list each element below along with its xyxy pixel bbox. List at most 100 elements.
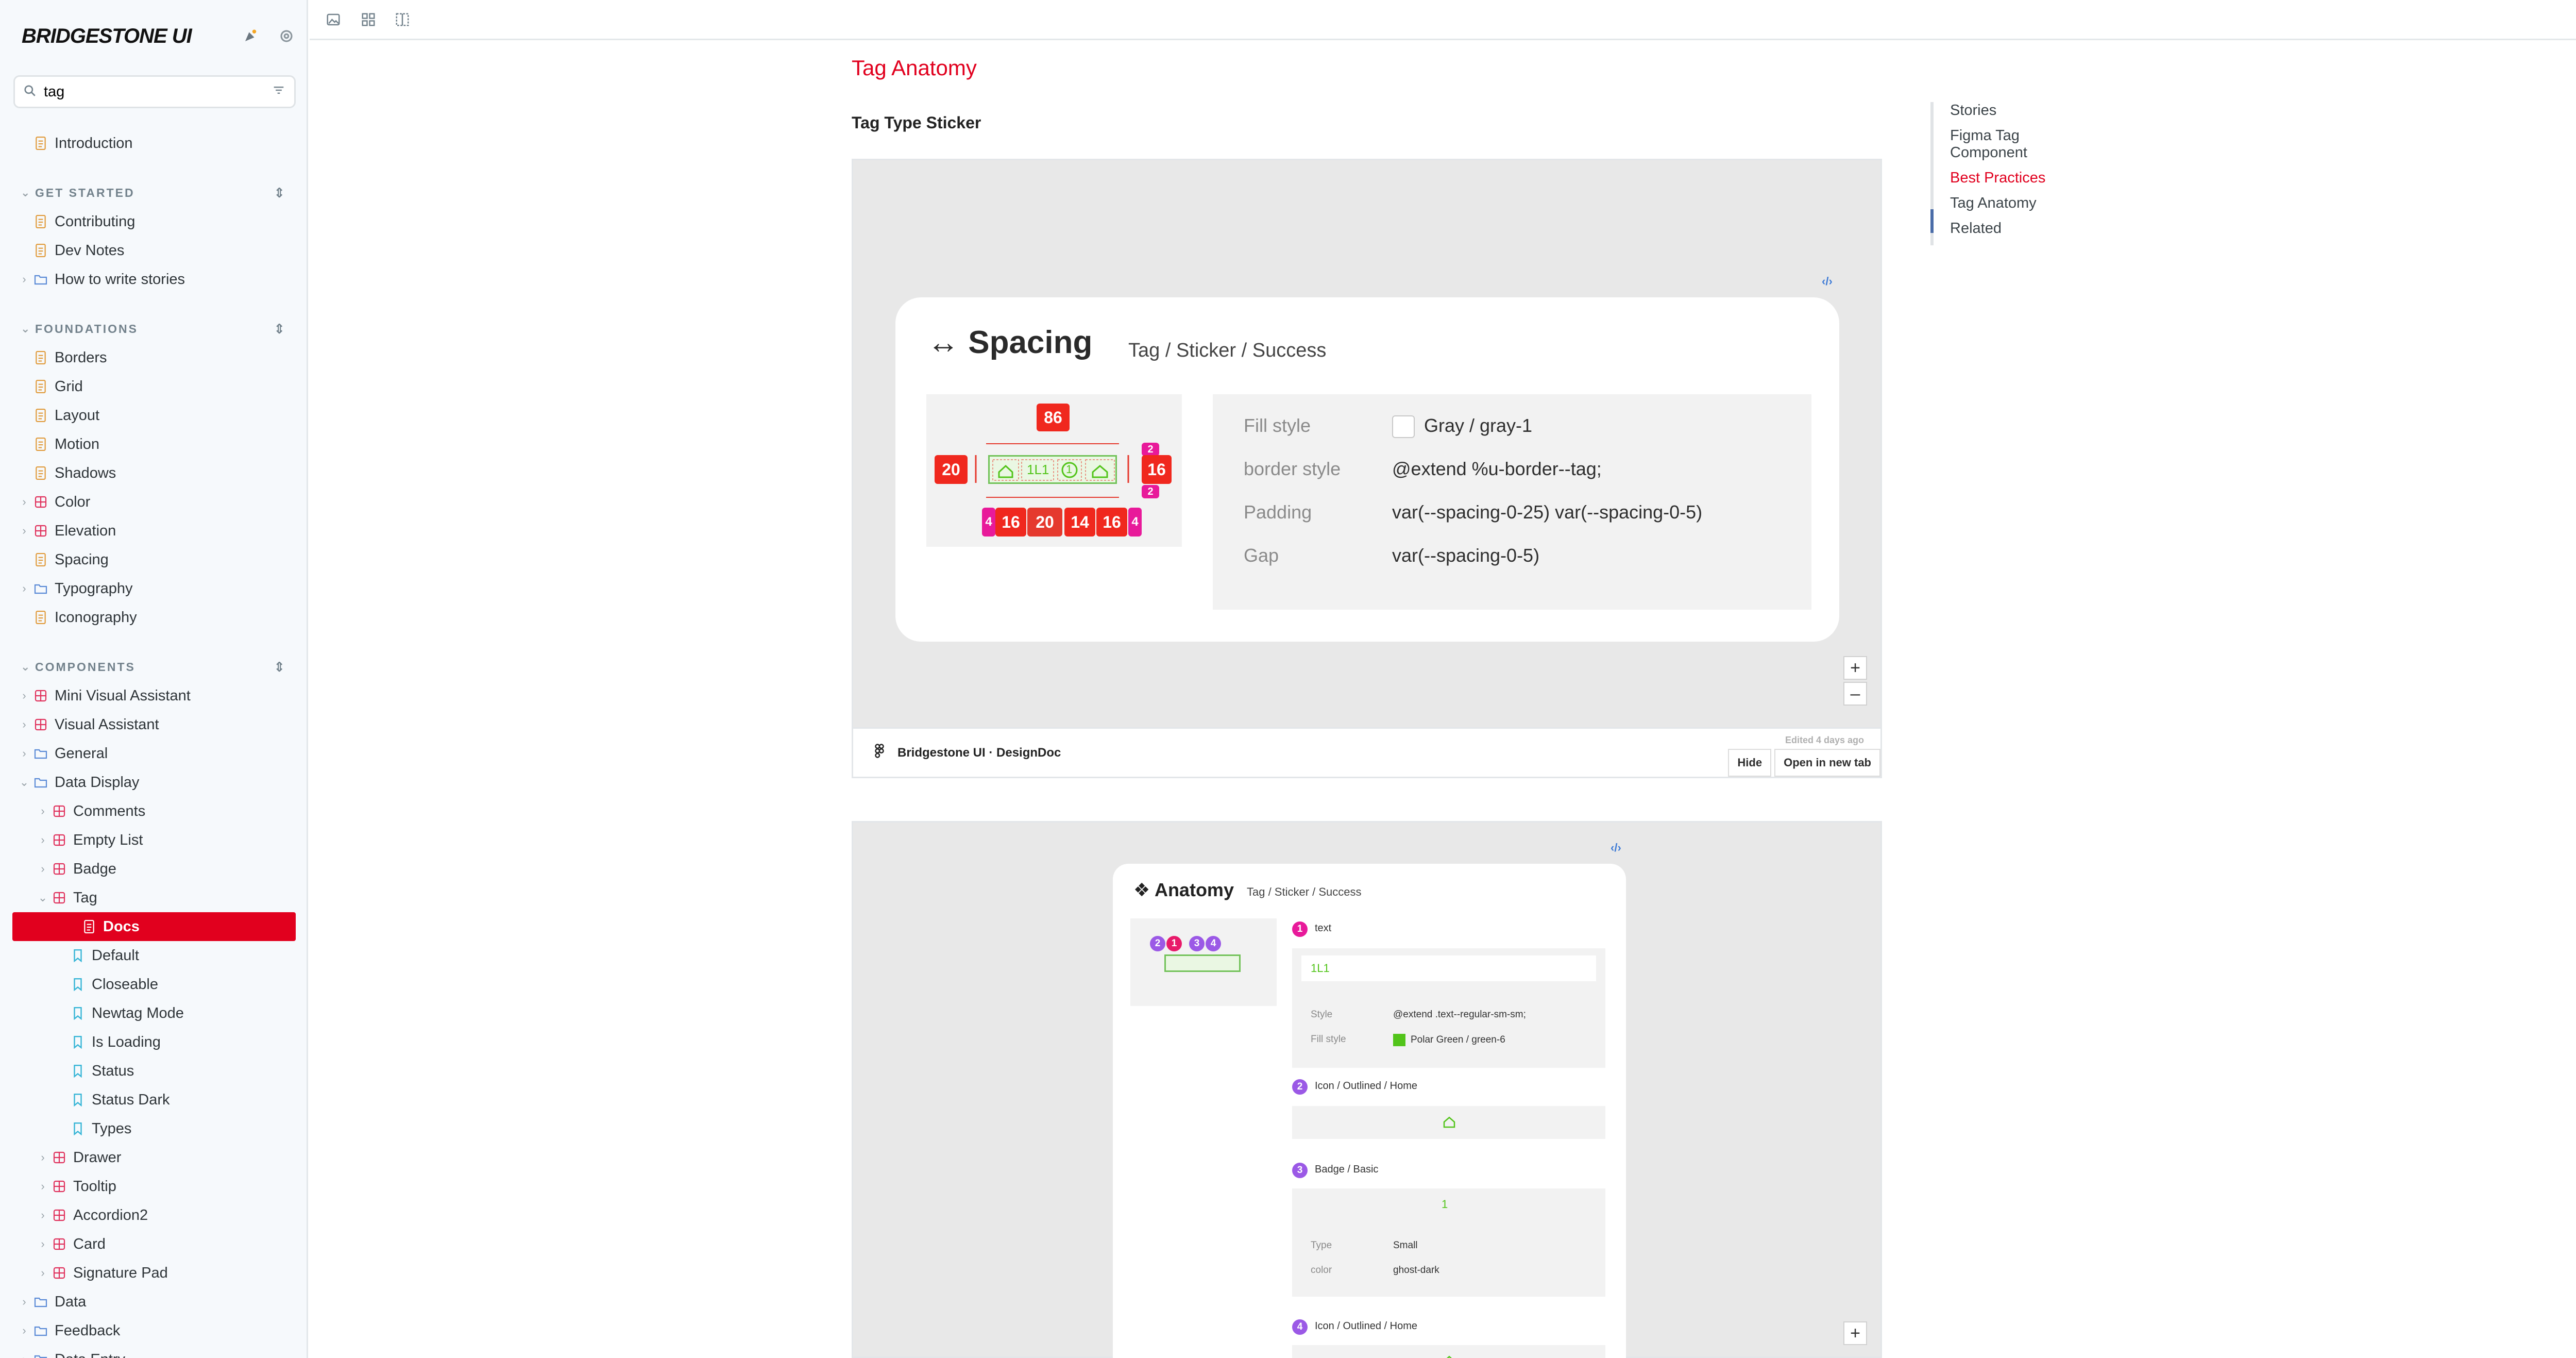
sidebar-item-newtag-mode[interactable]: Newtag Mode bbox=[0, 999, 307, 1028]
tag-mock-num: 1 bbox=[1066, 463, 1073, 476]
chevron-down-icon[interactable]: ⌄ bbox=[21, 186, 31, 199]
chevron-right-icon[interactable]: › bbox=[19, 718, 30, 731]
chevron-right-icon[interactable]: › bbox=[19, 273, 30, 286]
sidebar-item-tag[interactable]: ⌄ Tag bbox=[0, 883, 307, 912]
search-box[interactable] bbox=[13, 75, 296, 108]
sidebar-item-mini-visual-assistant[interactable]: › Mini Visual Assistant bbox=[0, 681, 307, 710]
sidebar-item-feedback[interactable]: › Feedback bbox=[0, 1316, 307, 1345]
sidebar-item-dev-notes[interactable]: Dev Notes bbox=[0, 236, 307, 265]
chevron-right-icon[interactable]: › bbox=[19, 582, 30, 595]
whats-new-icon[interactable] bbox=[241, 27, 260, 45]
toc-item-figma-tag-component[interactable]: Figma Tag Component bbox=[1950, 127, 2063, 161]
code-icon[interactable]: ‹/› bbox=[1611, 841, 1621, 854]
search-input[interactable] bbox=[44, 83, 272, 100]
toc-item-stories[interactable]: Stories bbox=[1950, 102, 2063, 119]
zoom-in-button[interactable]: + bbox=[1843, 1321, 1867, 1345]
chevron-right-icon[interactable]: › bbox=[37, 1209, 48, 1222]
section-get-started[interactable]: ⌄ GET STARTED ⇕ bbox=[0, 178, 307, 207]
sidebar-item-empty-list[interactable]: › Empty List bbox=[0, 826, 307, 854]
sidebar-item-drawer[interactable]: › Drawer bbox=[0, 1143, 307, 1172]
chevron-down-icon[interactable]: ⌄ bbox=[21, 322, 31, 336]
filter-icon[interactable] bbox=[272, 83, 286, 101]
sidebar-item-card[interactable]: › Card bbox=[0, 1230, 307, 1259]
section-components[interactable]: ⌄ COMPONENTS ⇕ bbox=[0, 652, 307, 681]
property-key: Gap bbox=[1244, 545, 1279, 566]
sidebar-item-borders[interactable]: Borders bbox=[0, 343, 307, 372]
sidebar-item-shadows[interactable]: Shadows bbox=[0, 459, 307, 488]
sidebar-item-comments[interactable]: › Comments bbox=[0, 797, 307, 826]
chevron-right-icon[interactable]: › bbox=[19, 1324, 30, 1337]
chevron-right-icon[interactable]: › bbox=[19, 747, 30, 760]
chevron-right-icon[interactable]: › bbox=[37, 1151, 48, 1164]
sidebar-item-motion[interactable]: Motion bbox=[0, 430, 307, 459]
zoom-out-button[interactable]: – bbox=[1843, 682, 1867, 706]
chevron-right-icon[interactable]: › bbox=[19, 495, 30, 509]
property-key: border style bbox=[1244, 458, 1341, 479]
sidebar-item-is-loading[interactable]: Is Loading bbox=[0, 1028, 307, 1057]
chevron-down-icon[interactable]: ⌄ bbox=[19, 776, 30, 789]
chevron-right-icon[interactable]: › bbox=[37, 804, 48, 818]
expand-collapse-icon[interactable]: ⇕ bbox=[274, 659, 286, 675]
chevron-down-icon[interactable]: ⌄ bbox=[37, 891, 48, 904]
figma-embed-actions: Hide Open in new tab bbox=[1728, 749, 1880, 777]
sidebar-item-visual-assistant[interactable]: › Visual Assistant bbox=[0, 710, 307, 739]
chevron-right-icon[interactable]: › bbox=[19, 1353, 30, 1358]
sidebar-item-types[interactable]: Types bbox=[0, 1114, 307, 1143]
grid-icon[interactable] bbox=[358, 9, 379, 30]
sidebar-item-signature-pad[interactable]: › Signature Pad bbox=[0, 1259, 307, 1287]
chevron-right-icon[interactable]: › bbox=[19, 689, 30, 702]
chevron-down-icon[interactable]: ⌄ bbox=[21, 660, 31, 674]
sidebar-item-docs[interactable]: Docs bbox=[12, 912, 296, 941]
sidebar-item-typography[interactable]: › Typography bbox=[0, 574, 307, 603]
toc-item-related[interactable]: Related bbox=[1950, 220, 2063, 237]
toc-item-best-practices[interactable]: Best Practices bbox=[1950, 170, 2063, 187]
open-in-new-tab-button[interactable]: Open in new tab bbox=[1774, 749, 1880, 777]
figma-embed-spacing[interactable]: ‹/› ↔ Spacing Tag / Sticker / Success 86… bbox=[852, 159, 1882, 778]
sidebar-item-accordion2[interactable]: › Accordion2 bbox=[0, 1201, 307, 1230]
chevron-right-icon[interactable]: › bbox=[37, 1180, 48, 1193]
chevron-right-icon[interactable]: › bbox=[19, 524, 30, 538]
zoom-in-button[interactable]: + bbox=[1843, 656, 1867, 680]
section-foundations[interactable]: ⌄ FOUNDATIONS ⇕ bbox=[0, 314, 307, 343]
hide-button[interactable]: Hide bbox=[1728, 749, 1772, 777]
sidebar-item-default[interactable]: Default bbox=[0, 941, 307, 970]
outline-icon[interactable] bbox=[392, 9, 413, 30]
chevron-right-icon[interactable]: › bbox=[37, 833, 48, 847]
sidebar-item-introduction[interactable]: Introduction bbox=[0, 129, 307, 158]
figma-file-name[interactable]: Bridgestone UI · DesignDoc bbox=[897, 746, 1061, 760]
chevron-right-icon[interactable]: › bbox=[19, 1295, 30, 1309]
anatomy-part-label: text bbox=[1315, 923, 1332, 934]
sidebar-item-label: Data Entry bbox=[55, 1351, 125, 1358]
chevron-right-icon[interactable]: › bbox=[37, 862, 48, 876]
sidebar-item-status[interactable]: Status bbox=[0, 1057, 307, 1085]
chevron-right-icon[interactable]: › bbox=[37, 1266, 48, 1280]
toc-item-tag-anatomy[interactable]: Tag Anatomy bbox=[1950, 195, 2063, 212]
expand-collapse-icon[interactable]: ⇕ bbox=[274, 321, 286, 337]
sidebar-item-grid[interactable]: Grid bbox=[0, 372, 307, 401]
anatomy-key: Type bbox=[1311, 1240, 1332, 1251]
comp-icon bbox=[53, 862, 66, 876]
sidebar-item-general[interactable]: › General bbox=[0, 739, 307, 768]
brand-logo[interactable]: BRIDGESTONE UI bbox=[22, 25, 192, 48]
sidebar-item-elevation[interactable]: › Elevation bbox=[0, 516, 307, 545]
sidebar-item-color[interactable]: › Color bbox=[0, 488, 307, 516]
image-toggle-icon[interactable] bbox=[323, 9, 344, 30]
sidebar-item-tooltip[interactable]: › Tooltip bbox=[0, 1172, 307, 1201]
sidebar-item-data[interactable]: › Data bbox=[0, 1287, 307, 1316]
sidebar-item-status-dark[interactable]: Status Dark bbox=[0, 1085, 307, 1114]
figma-embed-anatomy[interactable]: ‹/› ❖ Anatomy Tag / Sticker / Success 2 … bbox=[852, 821, 1882, 1358]
sidebar-item-data-display[interactable]: ⌄ Data Display bbox=[0, 768, 307, 797]
sidebar-item-contributing[interactable]: Contributing bbox=[0, 207, 307, 236]
code-icon[interactable]: ‹/› bbox=[1822, 275, 1833, 288]
sidebar-item-data-entry[interactable]: › Data Entry bbox=[0, 1345, 307, 1358]
sidebar-item-spacing[interactable]: Spacing bbox=[0, 545, 307, 574]
doc-icon bbox=[34, 611, 47, 624]
sidebar-item-layout[interactable]: Layout bbox=[0, 401, 307, 430]
sidebar-item-iconography[interactable]: Iconography bbox=[0, 603, 307, 632]
chevron-right-icon[interactable]: › bbox=[37, 1237, 48, 1251]
expand-collapse-icon[interactable]: ⇕ bbox=[274, 185, 286, 201]
settings-gear-icon[interactable] bbox=[277, 27, 296, 45]
sidebar-item-how-to-write-stories[interactable]: › How to write stories bbox=[0, 265, 307, 294]
sidebar-item-badge[interactable]: › Badge bbox=[0, 854, 307, 883]
sidebar-item-closeable[interactable]: Closeable bbox=[0, 970, 307, 999]
